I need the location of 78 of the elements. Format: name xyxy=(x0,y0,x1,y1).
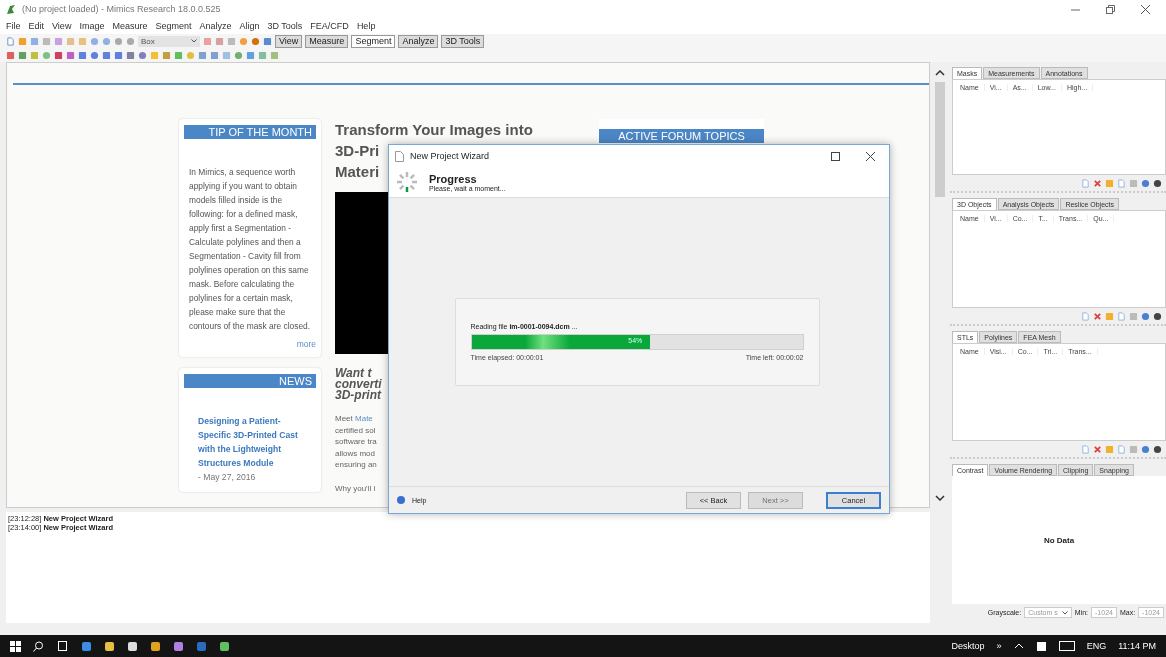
toolbar-tab[interactable]: View xyxy=(275,34,303,48)
document-icon[interactable] xyxy=(1081,311,1090,321)
menu-item[interactable]: Segment xyxy=(155,21,192,31)
menu-item[interactable]: Edit xyxy=(28,21,45,31)
menu-item[interactable]: 3D Tools xyxy=(267,21,303,31)
keyboard-icon[interactable] xyxy=(1058,641,1075,651)
caret-icon xyxy=(1061,610,1068,615)
article-subtitle: 3D-print xyxy=(335,390,383,401)
shape-select[interactable]: Box xyxy=(138,35,200,47)
app-icon[interactable] xyxy=(219,640,230,652)
menu-item[interactable]: Align xyxy=(239,21,260,31)
delete-icon[interactable] xyxy=(1093,178,1102,188)
maximize-icon[interactable] xyxy=(831,151,840,161)
chevron-up-icon[interactable] xyxy=(1013,643,1024,649)
menu-item[interactable]: Analyze xyxy=(199,21,232,31)
delete-icon[interactable] xyxy=(1093,311,1102,321)
select-value: Box xyxy=(141,36,155,46)
close-icon[interactable] xyxy=(866,151,875,161)
more-link[interactable]: more xyxy=(296,339,316,349)
close-icon[interactable] xyxy=(1141,4,1150,14)
app-icon[interactable] xyxy=(150,640,161,652)
card-heading: NEWS xyxy=(184,374,316,388)
article-title: 3D-Pri xyxy=(335,141,380,161)
toolbar-tab[interactable]: Analyze xyxy=(398,34,439,48)
toolbar-tab[interactable]: Measure xyxy=(305,34,349,48)
article-title: Materi xyxy=(335,162,380,182)
app-icon[interactable] xyxy=(127,640,138,652)
desktop-toolbar[interactable]: Desktop xyxy=(951,641,985,651)
document-icon[interactable] xyxy=(6,36,15,46)
windows-start-icon[interactable] xyxy=(10,640,21,652)
article-text: allows mod xyxy=(335,447,376,459)
menu-item[interactable]: Measure xyxy=(112,21,148,31)
article-text: ensuring an xyxy=(335,459,378,471)
overflow-button[interactable]: » xyxy=(996,641,1002,651)
progress-heading: Progress xyxy=(429,172,478,185)
document-icon[interactable] xyxy=(1117,444,1126,454)
toolbar-tab[interactable]: Segment xyxy=(351,34,396,48)
news-link[interactable]: Designing a Patient-Specific 3D-Printed Cast with the Lightweight Structures Module xyxy=(198,414,312,470)
article-text: certified sol xyxy=(335,424,377,436)
document-icon[interactable] xyxy=(1117,311,1126,321)
document-icon[interactable] xyxy=(1117,178,1126,188)
article-text: Why you'll l xyxy=(335,482,377,494)
caret-icon xyxy=(191,39,197,43)
dialog-title: New Project Wizard xyxy=(410,151,490,161)
menu-item[interactable]: File xyxy=(6,21,21,31)
no-data-text: No Data xyxy=(1043,535,1075,545)
document-icon xyxy=(395,150,404,162)
menu-item[interactable]: Image xyxy=(79,21,105,31)
article-subtitle: converti xyxy=(335,379,383,390)
notes-icon[interactable] xyxy=(1035,640,1047,652)
tip-text: In Mimics, a sequence worth applying if you want to obtain models filled inside is the following: for a defined mask, apply first a Segmentation - Calculate polylines and then a Segmentation - Cavity fill from polylines operation on this same mask. Before calculating the polylines for a certain mask, please make sure that the contours of the mask are closed. xyxy=(189,166,311,333)
scroll-up-icon[interactable] xyxy=(935,70,945,76)
help-icon[interactable] xyxy=(397,496,405,504)
article-title: Transform Your Images into xyxy=(335,120,533,140)
app-icon[interactable] xyxy=(104,640,115,652)
app-icon[interactable] xyxy=(81,640,92,652)
clock[interactable]: 11:14 PM xyxy=(1118,641,1156,651)
language-indicator[interactable]: ENG xyxy=(1086,641,1107,651)
article-text: software tra xyxy=(335,436,378,448)
card-heading: ACTIVE FORUM TOPICS xyxy=(599,129,764,143)
toolbar-tab[interactable]: 3D Tools xyxy=(441,34,485,48)
app-icon[interactable] xyxy=(173,640,184,652)
menu-item[interactable]: Help xyxy=(356,21,376,31)
app-logo-icon xyxy=(6,3,16,15)
delete-icon[interactable] xyxy=(1093,444,1102,454)
news-date: - May 27, 2016 xyxy=(198,472,256,482)
window-icon[interactable] xyxy=(263,36,272,46)
document-icon[interactable] xyxy=(1081,444,1090,454)
menu-item[interactable]: View xyxy=(52,21,72,31)
window-title: (No project loaded) - Mimics Research 18.0.0.525 xyxy=(22,4,221,14)
task-view-icon[interactable] xyxy=(56,641,69,651)
restore-icon[interactable] xyxy=(1106,4,1115,14)
article-subtitle: Want t xyxy=(335,368,372,379)
card-heading: TIP OF THE MONTH xyxy=(184,125,316,139)
search-icon[interactable] xyxy=(33,640,44,652)
menu-item[interactable]: FEA/CFD xyxy=(310,21,349,31)
scroll-down-icon[interactable] xyxy=(935,495,945,501)
document-icon[interactable] xyxy=(1081,178,1090,188)
